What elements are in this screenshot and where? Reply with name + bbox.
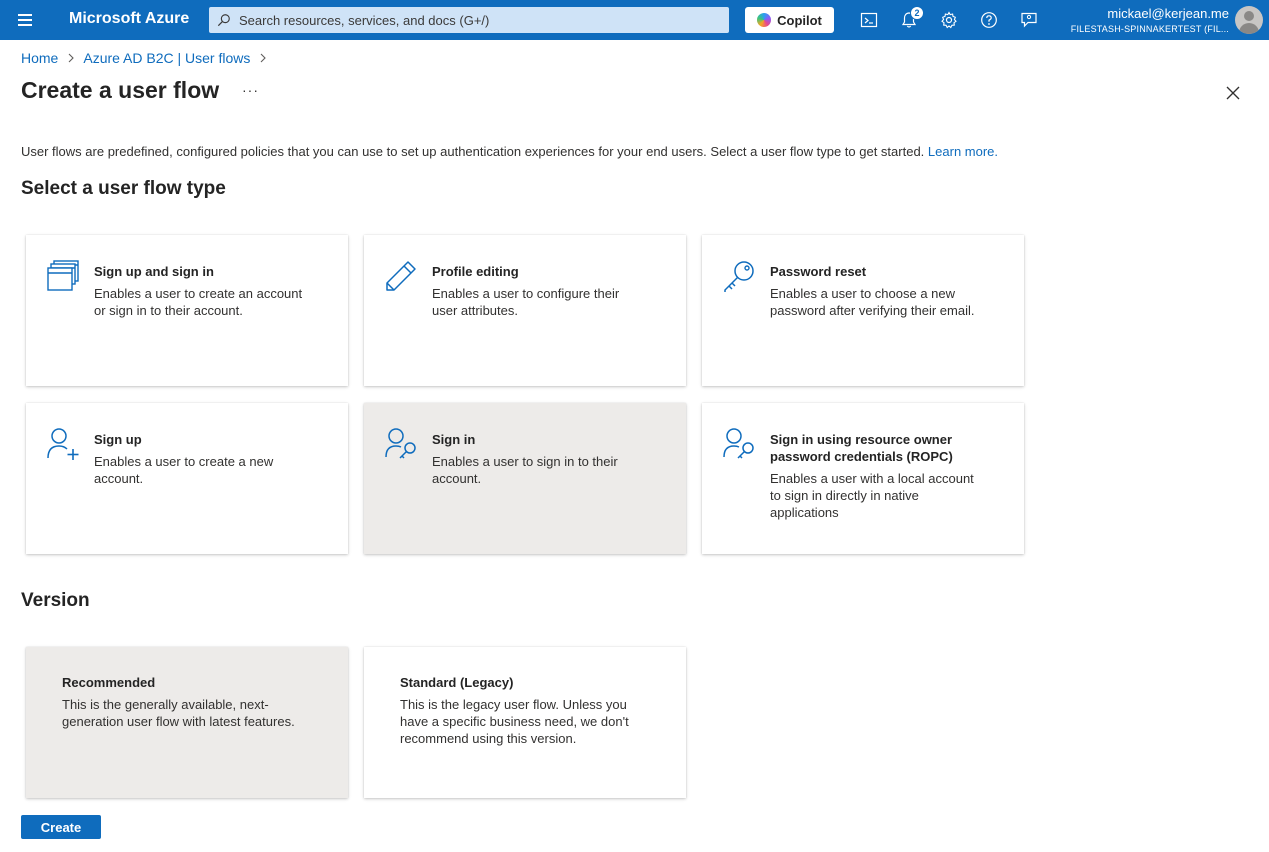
flow-card-description: Enables a user to create an account or s… bbox=[94, 286, 303, 318]
chevron-right-icon bbox=[261, 53, 267, 63]
version-card-recommended[interactable]: Recommended This is the generally availa… bbox=[26, 647, 348, 798]
pencil-icon bbox=[386, 261, 416, 291]
avatar[interactable] bbox=[1235, 6, 1263, 34]
flow-card-description: Enables a user to sign in to their accou… bbox=[432, 454, 618, 486]
flow-card-title: Profile editing bbox=[432, 264, 519, 279]
version-card-description: This is the generally available, next-ge… bbox=[62, 697, 295, 729]
person-add-icon bbox=[47, 428, 79, 460]
account-info[interactable]: mickael@kerjean.me FILESTASH-SPINNAKERTE… bbox=[1071, 6, 1229, 36]
version-card-standard-legacy[interactable]: Standard (Legacy) This is the legacy use… bbox=[364, 647, 686, 798]
breadcrumb-home[interactable]: Home bbox=[21, 50, 58, 66]
flow-card-title: Sign in bbox=[432, 432, 476, 447]
flow-card-title: Sign up bbox=[94, 432, 142, 447]
brand-title[interactable]: Microsoft Azure bbox=[69, 10, 189, 28]
close-icon[interactable] bbox=[1224, 84, 1242, 102]
flow-card-description: Enables a user to choose a new password … bbox=[770, 286, 975, 318]
flow-card-sign-up[interactable]: Sign up Enables a user to create a new a… bbox=[26, 403, 348, 554]
flow-card-title: Sign up and sign in bbox=[94, 264, 214, 279]
version-card-description: This is the legacy user flow. Unless you… bbox=[400, 697, 629, 746]
flow-card-sign-in-ropc[interactable]: Sign in using resource owner password cr… bbox=[702, 403, 1024, 554]
version-card-title: Standard (Legacy) bbox=[400, 675, 514, 690]
global-search[interactable] bbox=[209, 7, 729, 33]
hamburger-menu-icon[interactable] bbox=[14, 10, 36, 30]
more-options-button[interactable]: ··· bbox=[242, 82, 259, 98]
chevron-right-icon bbox=[68, 53, 75, 63]
create-button[interactable]: Create bbox=[21, 815, 101, 839]
flow-card-sign-up-and-sign-in[interactable]: Sign up and sign in Enables a user to cr… bbox=[26, 235, 348, 386]
user-tenant: FILESTASH-SPINNAKERTEST (FIL... bbox=[1070, 24, 1229, 34]
flow-card-profile-editing[interactable]: Profile editing Enables a user to config… bbox=[364, 235, 686, 386]
key-icon bbox=[724, 261, 754, 292]
learn-more-link[interactable]: Learn more. bbox=[928, 144, 998, 159]
feedback-icon[interactable] bbox=[1019, 10, 1039, 30]
page-title: Create a user flow bbox=[21, 77, 220, 103]
windows-stack-icon bbox=[47, 260, 79, 291]
notification-badge: 2 bbox=[910, 6, 924, 20]
search-icon bbox=[217, 14, 230, 27]
flow-card-title: Sign in using resource owner password cr… bbox=[770, 432, 953, 464]
breadcrumb-user-flows[interactable]: Azure AD B2C | User flows bbox=[83, 50, 250, 66]
copilot-button[interactable]: Copilot bbox=[745, 7, 834, 33]
help-icon[interactable] bbox=[979, 10, 999, 30]
user-email: mickael@kerjean.me bbox=[1107, 6, 1229, 21]
copilot-icon bbox=[757, 13, 772, 27]
search-input[interactable] bbox=[239, 12, 719, 28]
flow-type-section-title: Select a user flow type bbox=[21, 178, 226, 199]
version-section-title: Version bbox=[21, 590, 90, 611]
top-bar: Microsoft Azure Copilot 2 mickael@kerjea… bbox=[0, 0, 1269, 40]
cloud-shell-icon[interactable] bbox=[859, 10, 879, 30]
settings-gear-icon[interactable] bbox=[939, 10, 959, 30]
person-key-icon bbox=[723, 428, 754, 459]
version-card-title: Recommended bbox=[62, 675, 156, 690]
intro-text: User flows are predefined, configured po… bbox=[21, 144, 999, 159]
flow-card-description: Enables a user with a local account to s… bbox=[770, 471, 974, 520]
flow-card-title: Password reset bbox=[770, 264, 867, 279]
copilot-label: Copilot bbox=[777, 12, 822, 28]
flow-card-password-reset[interactable]: Password reset Enables a user to choose … bbox=[702, 235, 1024, 386]
flow-card-sign-in[interactable]: Sign in Enables a user to sign in to the… bbox=[364, 403, 686, 554]
flow-card-description: Enables a user to create a new account. bbox=[94, 454, 274, 486]
person-key-icon bbox=[385, 428, 416, 459]
breadcrumb: Home Azure AD B2C | User flows bbox=[21, 50, 275, 66]
flow-card-description: Enables a user to configure their user a… bbox=[432, 286, 620, 318]
